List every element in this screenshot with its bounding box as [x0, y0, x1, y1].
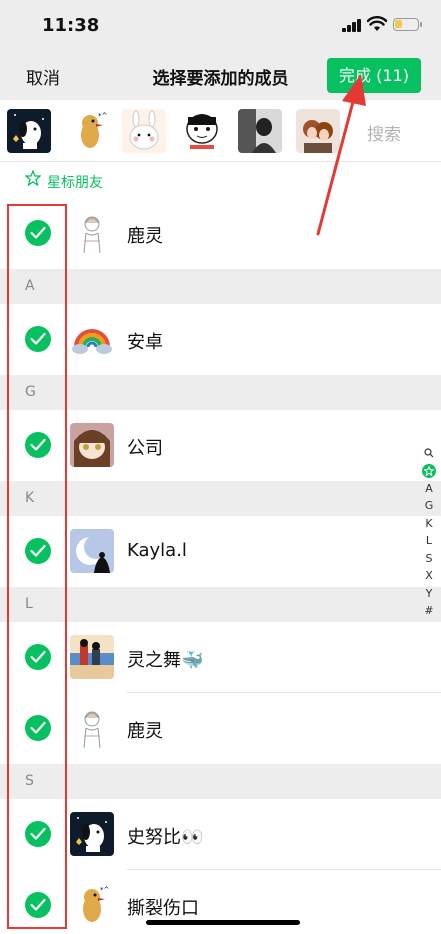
contact-avatar-duck: *^: [70, 883, 114, 927]
selected-avatar-snoopy[interactable]: [7, 109, 51, 153]
contact-name: 史努比👀: [127, 827, 204, 848]
contact-name: 鹿灵: [127, 721, 163, 742]
done-button[interactable]: 完成 (11): [327, 58, 421, 93]
contact-row[interactable]: 史努比👀: [0, 799, 441, 870]
contact-row[interactable]: 安卓: [0, 304, 441, 375]
section-letter: S: [25, 773, 34, 789]
selected-check-icon[interactable]: [25, 892, 51, 918]
selected-avatar-duck[interactable]: *^: [68, 109, 112, 153]
starred-friends-label: 星标朋友: [47, 175, 103, 191]
section-header-s: S: [0, 764, 441, 799]
index-letter[interactable]: Y: [419, 585, 439, 603]
contact-row[interactable]: 鹿灵: [0, 198, 441, 269]
section-letter: K: [25, 490, 35, 506]
selected-check-icon[interactable]: [25, 326, 51, 352]
selected-check-icon[interactable]: [25, 220, 51, 246]
section-header-a: A: [0, 269, 441, 304]
section-header-l: L: [0, 587, 441, 622]
selected-check-icon[interactable]: [25, 432, 51, 458]
contact-avatar-beach: [70, 635, 114, 679]
contact-name: 撕裂伤口: [127, 898, 199, 919]
section-letter: G: [25, 384, 36, 400]
contact-name: 安卓: [127, 332, 163, 353]
selected-members-strip: *^ 搜索: [0, 100, 441, 162]
status-time: 11:38: [42, 15, 100, 36]
index-letter[interactable]: A: [419, 480, 439, 498]
alphabet-index-bar[interactable]: A G K L S X Y #: [419, 444, 439, 620]
wifi-icon: [367, 16, 387, 31]
contact-avatar-anime-girl: [70, 423, 114, 467]
selected-check-icon[interactable]: [25, 821, 51, 847]
signal-icon: [342, 19, 362, 32]
status-bar: 11:38: [0, 0, 441, 52]
index-letter[interactable]: G: [419, 497, 439, 515]
index-letter[interactable]: L: [419, 532, 439, 550]
section-letter: A: [25, 278, 35, 294]
selected-check-icon[interactable]: [25, 715, 51, 741]
contact-row[interactable]: 公司: [0, 410, 441, 481]
selected-avatar-bunny[interactable]: [122, 109, 166, 153]
contact-row[interactable]: Kayla.l: [0, 516, 441, 587]
search-input[interactable]: 搜索: [367, 120, 401, 145]
index-letter[interactable]: K: [419, 515, 439, 533]
index-search-icon[interactable]: [419, 444, 439, 462]
contact-avatar-rainbow: [70, 317, 114, 361]
contact-row[interactable]: 灵之舞🐳: [0, 622, 441, 693]
index-letter[interactable]: X: [419, 567, 439, 585]
index-letter[interactable]: S: [419, 550, 439, 568]
contact-name: 公司: [127, 438, 163, 459]
selected-check-icon[interactable]: [25, 644, 51, 670]
battery-icon: [393, 18, 422, 31]
selected-avatar-anime-couple[interactable]: [296, 109, 340, 153]
starred-friends-header: 星标朋友: [0, 162, 441, 198]
section-header-g: G: [0, 375, 441, 410]
contact-row[interactable]: 鹿灵: [0, 693, 441, 764]
section-letter: L: [25, 596, 33, 612]
contact-avatar-snoopy: [70, 812, 114, 856]
selected-avatar-meme[interactable]: [180, 109, 224, 153]
contact-list: 星标朋友 鹿灵 A 安卓 G 公司 K Kayla.l L 灵之舞🐳 鹿灵 S …: [0, 162, 441, 934]
index-star-icon[interactable]: [422, 463, 436, 478]
contact-name: 鹿灵: [127, 226, 163, 247]
contact-avatar-moon: [70, 529, 114, 573]
index-letter[interactable]: #: [419, 602, 439, 620]
selected-check-icon[interactable]: [25, 538, 51, 564]
contact-name: Kayla.l: [127, 540, 187, 561]
svg-text:*^: *^: [98, 112, 108, 120]
contact-avatar-sketch-girl: [70, 211, 114, 255]
contact-name: 灵之舞🐳: [127, 650, 204, 671]
nav-bar: 取消 选择要添加的成员 完成 (11): [0, 52, 441, 98]
section-header-k: K: [0, 481, 441, 516]
selected-avatar-photo[interactable]: [238, 109, 282, 153]
home-indicator: [146, 920, 300, 925]
star-icon: [25, 170, 41, 186]
svg-text:*^: *^: [100, 886, 110, 894]
contact-avatar-sketch-girl: [70, 706, 114, 750]
